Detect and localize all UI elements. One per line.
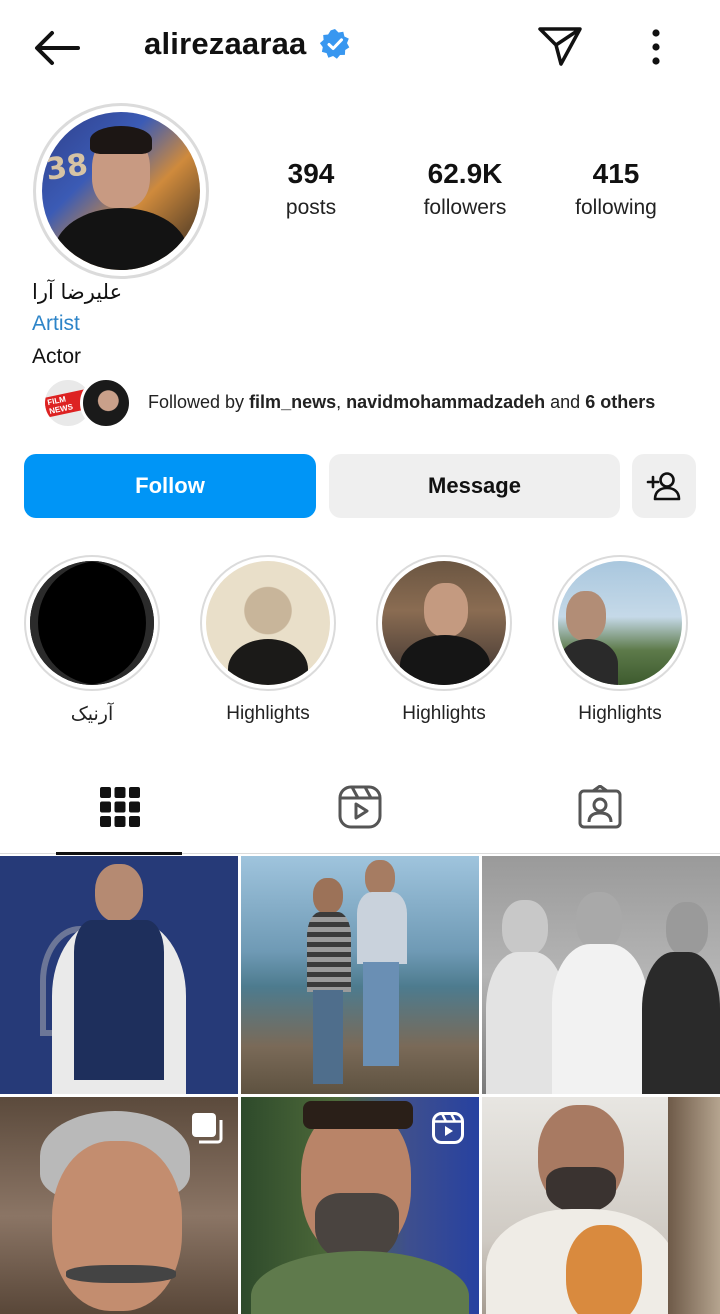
reels-icon: [338, 785, 382, 829]
active-tab-indicator: [56, 852, 182, 855]
highlight-item[interactable]: Highlights: [550, 555, 690, 725]
verified-badge-icon: [319, 29, 349, 59]
person-head: [313, 878, 343, 914]
followed-by-row[interactable]: FILM NEWS Followed by film_news, navidmo…: [40, 374, 655, 430]
person-jeans: [313, 990, 343, 1084]
highlight-label: Highlights: [578, 703, 662, 724]
highlight-item[interactable]: Highlights: [198, 555, 338, 725]
post-thumbnail[interactable]: [241, 856, 479, 1094]
grid-icon: [100, 787, 140, 827]
follow-button[interactable]: Follow: [24, 454, 316, 518]
profile-avatar: 38: [42, 112, 200, 270]
tab-posts-grid[interactable]: [0, 760, 240, 855]
person-head: [666, 902, 708, 956]
profile-tabs: [0, 760, 720, 855]
following-count: 415: [592, 158, 640, 189]
person-shirt: [552, 944, 648, 1094]
followers-label: followers: [423, 196, 507, 219]
message-button[interactable]: Message: [329, 454, 620, 518]
person-head: [95, 864, 143, 922]
person-shirt: [307, 912, 351, 992]
orange-cat: [566, 1225, 642, 1314]
mutual-user-1: film_news: [249, 391, 337, 412]
more-vertical-icon: [652, 29, 660, 65]
followers-count: 62.9K: [427, 158, 503, 189]
followed-by-separator: ,: [336, 391, 347, 412]
person-mustache: [66, 1265, 176, 1283]
highlight-ring: [552, 555, 688, 691]
multi-photo-badge: [190, 1111, 224, 1145]
highlight-cover: [558, 561, 682, 685]
profile-username: alirezaaraa: [144, 26, 307, 61]
person-shirt: [642, 952, 720, 1094]
tagged-icon: [578, 785, 622, 829]
carousel-icon: [192, 1113, 223, 1144]
mutual-user-2: navidmohammadzadeh: [346, 391, 546, 412]
person-face: [52, 1141, 182, 1311]
followed-by-text: Followed by film_news, navidmohammadzade…: [148, 392, 655, 413]
reels-badge-icon: [432, 1112, 464, 1144]
posts-grid: [0, 856, 720, 1314]
profile-bio: علیرضا آرا Artist Actor: [32, 280, 122, 369]
following-stat[interactable]: 415 following: [541, 158, 691, 220]
profile-username-row: alirezaaraa: [144, 26, 351, 62]
avatar-body: [54, 208, 188, 270]
highlight-cover: [30, 561, 154, 685]
paper-plane-icon: [538, 27, 582, 66]
bio-description: Actor: [32, 345, 82, 368]
highlight-label: Highlights: [402, 703, 486, 724]
posts-count: 394: [287, 158, 335, 189]
highlight-label: آرنیک: [70, 704, 114, 725]
suggested-accounts-button[interactable]: [632, 454, 696, 518]
followed-by-prefix: Followed by: [148, 391, 250, 412]
highlight-cover: [206, 561, 330, 685]
person-beard: [546, 1167, 616, 1213]
following-label: following: [575, 196, 657, 219]
person-head: [502, 900, 548, 956]
highlight-ring: [24, 555, 160, 691]
post-thumbnail[interactable]: [482, 1097, 720, 1314]
person-head: [576, 892, 622, 950]
highlight-cover: [382, 561, 506, 685]
person-sweater: [251, 1251, 469, 1314]
post-thumbnail[interactable]: [0, 856, 238, 1094]
mutual-avatars: FILM NEWS: [40, 374, 140, 430]
highlight-ring: [200, 555, 336, 691]
category-label[interactable]: Artist: [32, 312, 122, 336]
posts-label: posts: [285, 196, 337, 219]
back-button[interactable]: [28, 24, 84, 72]
profile-header: alirezaaraa: [0, 0, 720, 96]
more-options-button[interactable]: [636, 22, 676, 72]
direct-message-button[interactable]: [534, 22, 586, 70]
story-highlights: آرنیک Highlights Highlights Highlights: [0, 555, 720, 735]
avatar-hair: [90, 126, 152, 154]
highlight-item[interactable]: Highlights: [374, 555, 514, 725]
mutual-others-count: 6 others: [585, 391, 656, 412]
highlight-label: Highlights: [226, 703, 310, 724]
highlight-ring: [376, 555, 512, 691]
arrow-left-icon: [35, 31, 80, 65]
background-tree: [668, 1097, 720, 1314]
person-sunglasses: [303, 1101, 413, 1129]
reel-badge: [431, 1111, 465, 1145]
person-jeans: [363, 962, 399, 1066]
profile-avatar-ring[interactable]: 38: [33, 103, 209, 279]
followed-by-and: and: [545, 391, 586, 412]
mutual-avatar-navid: [80, 377, 132, 429]
tab-reels[interactable]: [240, 760, 480, 854]
festival-backdrop: 38: [43, 147, 90, 188]
post-thumbnail[interactable]: [241, 1097, 479, 1314]
post-thumbnail[interactable]: [482, 856, 720, 1094]
posts-stat[interactable]: 394 posts: [236, 158, 386, 220]
post-thumbnail[interactable]: [0, 1097, 238, 1314]
tab-tagged[interactable]: [480, 760, 720, 854]
followers-stat[interactable]: 62.9K followers: [390, 158, 540, 220]
add-person-icon: [646, 472, 681, 501]
display-name: علیرضا آرا: [32, 280, 123, 304]
person-vest: [74, 920, 164, 1080]
person-head: [365, 860, 395, 896]
highlight-item[interactable]: آرنیک: [22, 555, 162, 726]
person-shirt: [357, 892, 407, 964]
